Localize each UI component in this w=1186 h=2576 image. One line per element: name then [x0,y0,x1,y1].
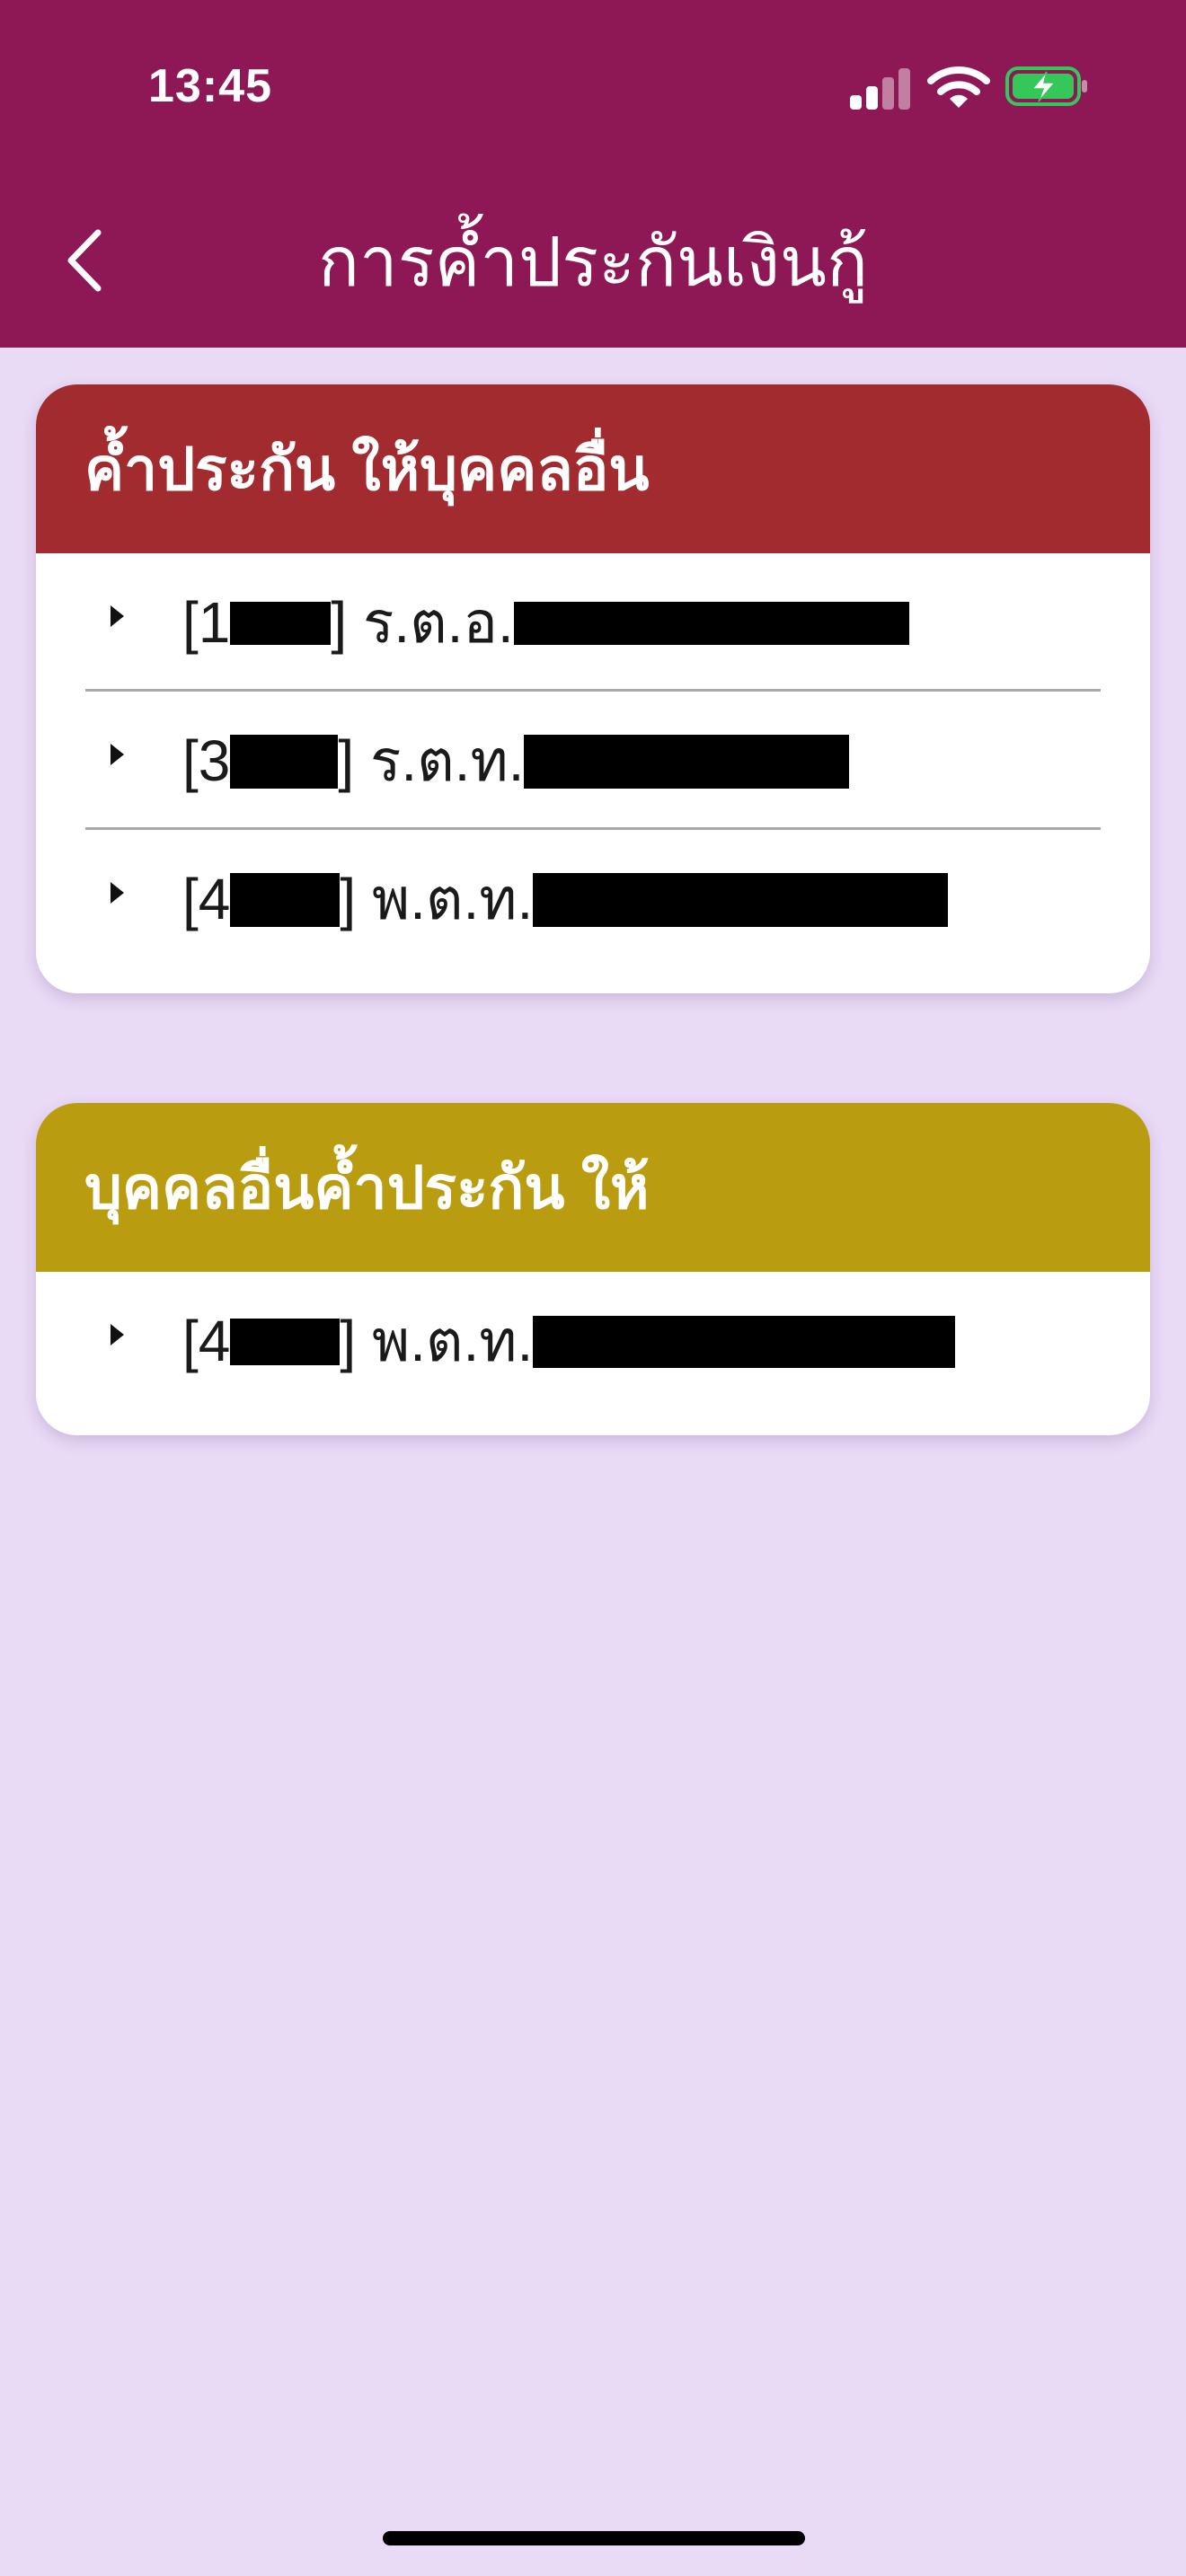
list-item[interactable]: [4] พ.ต.ท. [85,830,1101,968]
chevron-left-icon [67,229,102,292]
battery-charging-icon [1005,66,1087,106]
disclosure-triangle-icon [111,605,124,627]
status-icons [848,65,1091,110]
list-item[interactable]: [3] ร.ต.ท. [85,692,1101,830]
redaction-bar [533,1316,956,1369]
redaction-bar [230,602,332,646]
redaction-bar [230,735,339,790]
guarantor-for-others-card: ค้ำประกัน ให้บุคคลอื่น [1] ร.ต.อ. [3] ร.… [36,384,1150,993]
list-item[interactable]: [1] ร.ต.อ. [85,553,1101,692]
disclosure-triangle-icon [111,882,124,904]
signal-icon [848,65,913,110]
redaction-bar [524,735,850,790]
status-time: 13:45 [148,60,272,112]
redaction-bar [533,873,949,928]
redaction-bar [230,873,341,928]
page-title: การค้ำประกันเงินกู้ [318,225,868,301]
member-entry: [3] ร.ต.ท. [182,692,850,830]
member-entry: [4] พ.ต.ท. [182,1272,956,1410]
member-entry: [4] พ.ต.ท. [182,830,949,968]
disclosure-triangle-icon [111,744,124,765]
member-entry: [1] ร.ต.อ. [182,553,909,692]
wifi-icon [927,66,990,108]
back-button[interactable] [52,220,115,301]
app-header: 13:45 การค้ำประกันเงินกู้ [0,0,1186,348]
redaction-bar [513,602,909,646]
home-indicator[interactable] [383,2531,805,2545]
section-header: บุคคลอื่นค้ำประกัน ให้ [36,1103,1150,1272]
redaction-bar [230,1319,341,1366]
section-header: ค้ำประกัน ให้บุคคลอื่น [36,384,1150,553]
guaranteed-by-others-card: บุคคลอื่นค้ำประกัน ให้ [4] พ.ต.ท. [36,1103,1150,1435]
list-item[interactable]: [4] พ.ต.ท. [85,1272,1101,1410]
disclosure-triangle-icon [111,1324,124,1345]
